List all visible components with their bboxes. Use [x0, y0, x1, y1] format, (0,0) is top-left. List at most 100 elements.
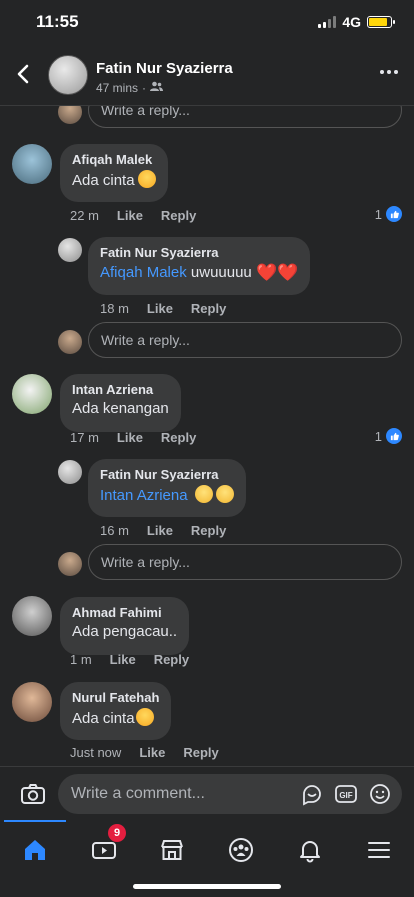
heart-eyes-emoji-icon: [135, 708, 154, 726]
comment-author[interactable]: Nurul Fatehah: [72, 690, 159, 705]
avatar[interactable]: [48, 55, 88, 95]
like-icon: [386, 428, 402, 444]
reply-time: 16 m: [100, 523, 129, 538]
comment-composer: Write a comment... GIF: [0, 766, 414, 820]
reply-input[interactable]: Write a reply...: [88, 106, 402, 128]
like-button[interactable]: Like: [139, 745, 165, 760]
avatar[interactable]: [12, 596, 52, 636]
comment-text: Ada pengacau..: [72, 623, 178, 640]
tab-menu[interactable]: [359, 830, 399, 870]
comment-bubble: Ahmad Fahimi Ada pengacau..: [60, 597, 190, 655]
notification-badge: 9: [108, 824, 126, 842]
composer-tools: GIF: [300, 782, 392, 806]
heart-eyes-emoji-icon: [137, 170, 156, 188]
reply-input[interactable]: Write a reply...: [88, 322, 402, 358]
emoji-icon[interactable]: [368, 782, 392, 806]
status-time: 11:55: [36, 12, 79, 31]
more-options-icon[interactable]: [380, 70, 398, 74]
reply-actions: 16 m Like Reply: [100, 523, 226, 538]
comment-bubble: Intan Azriena Ada kenangan: [60, 374, 181, 432]
tab-marketplace[interactable]: [152, 830, 192, 870]
mention-link[interactable]: Intan Azriena: [100, 487, 188, 504]
reaction-count[interactable]: 1: [375, 428, 402, 444]
comment-time: 22 m: [70, 208, 99, 223]
avatar[interactable]: [12, 374, 52, 414]
comment-author[interactable]: Afiqah Malek: [72, 152, 156, 167]
post-header: Fatin Nur Syazierra 47 mins ·: [0, 44, 414, 106]
tab-groups[interactable]: [221, 830, 261, 870]
grimacing-emoji-icon: [194, 485, 213, 503]
comments-feed[interactable]: Write a reply... Afiqah Malek Ada cinta …: [0, 106, 414, 766]
reply-text: Afiqah Malek uwuuuuu ❤️❤️: [100, 263, 299, 282]
avatar[interactable]: [12, 682, 52, 722]
comment-actions: 1 m Like Reply: [70, 652, 189, 667]
home-indicator[interactable]: [133, 884, 281, 889]
like-button[interactable]: Like: [147, 523, 173, 538]
comment-actions: 17 m Like Reply: [70, 430, 196, 445]
reply-button[interactable]: Reply: [191, 301, 226, 316]
comment-time: 17 m: [70, 430, 99, 445]
comment-bubble: Afiqah Malek Ada cinta: [60, 144, 168, 202]
comment-author[interactable]: Intan Azriena: [72, 382, 169, 397]
avatar: [58, 552, 82, 576]
avatar[interactable]: [12, 144, 52, 184]
meta-separator: ·: [142, 81, 147, 95]
comment-actions: Just now Like Reply: [70, 745, 219, 760]
comment-time: 1 m: [70, 652, 92, 667]
comment-text: Ada cinta: [72, 170, 156, 189]
like-button[interactable]: Like: [117, 430, 143, 445]
svg-text:GIF: GIF: [339, 791, 352, 800]
comment-text: Ada kenangan: [72, 400, 169, 417]
avatar: [58, 330, 82, 354]
signal-icon: [318, 16, 337, 28]
friends-icon: [150, 81, 164, 95]
reply-button[interactable]: Reply: [191, 523, 226, 538]
like-button[interactable]: Like: [147, 301, 173, 316]
comment-bubble: Nurul Fatehah Ada cinta: [60, 682, 172, 740]
reply-author[interactable]: Fatin Nur Syazierra: [100, 245, 298, 260]
hamburger-menu-icon: [368, 842, 390, 858]
comment-text: Ada cinta: [72, 708, 159, 727]
status-indicators: 4G: [318, 14, 395, 30]
home-icon: [25, 840, 45, 860]
like-button[interactable]: Like: [117, 208, 143, 223]
like-button[interactable]: Like: [110, 652, 136, 667]
back-arrow-icon[interactable]: [12, 62, 36, 86]
reply-button[interactable]: Reply: [161, 430, 196, 445]
grimacing-emoji-icon: [215, 485, 234, 503]
avatar[interactable]: [58, 460, 82, 484]
store-icon: [161, 840, 183, 860]
battery-icon: [367, 16, 395, 28]
comment-placeholder: Write a comment...: [71, 785, 205, 802]
reply-button[interactable]: Reply: [161, 208, 196, 223]
sticker-icon[interactable]: [300, 782, 324, 806]
status-bar: 11:55 4G: [0, 0, 414, 44]
tab-home[interactable]: [15, 830, 55, 870]
comment-author[interactable]: Ahmad Fahimi: [72, 605, 177, 620]
avatar[interactable]: [58, 238, 82, 262]
comment-actions: 22 m Like Reply: [70, 208, 196, 223]
avatar: [58, 106, 82, 124]
mention-link[interactable]: Afiqah Malek: [100, 264, 187, 281]
gif-icon[interactable]: GIF: [334, 782, 358, 806]
reply-button[interactable]: Reply: [154, 652, 189, 667]
post-meta: 47 mins ·: [96, 81, 164, 95]
camera-icon[interactable]: [20, 781, 46, 807]
reply-author[interactable]: Fatin Nur Syazierra: [100, 467, 234, 482]
post-author-name[interactable]: Fatin Nur Syazierra: [96, 60, 233, 77]
reply-input[interactable]: Write a reply...: [88, 544, 402, 580]
comment-time: Just now: [70, 745, 122, 760]
active-tab-indicator: [4, 820, 66, 822]
reply-bubble: Fatin Nur Syazierra Afiqah Malek uwuuuuu…: [88, 237, 311, 295]
reply-button[interactable]: Reply: [183, 745, 218, 760]
reply-text: Intan Azriena: [100, 485, 234, 504]
comment-input[interactable]: Write a comment... GIF: [58, 774, 402, 814]
red-heart-emoji-icon: ❤️: [255, 263, 278, 282]
groups-icon: [229, 838, 253, 862]
reaction-count[interactable]: 1: [375, 206, 402, 222]
like-icon: [386, 206, 402, 222]
post-time: 47 mins: [96, 81, 139, 95]
network-label: 4G: [342, 14, 361, 30]
tab-notifications[interactable]: [290, 830, 330, 870]
bell-icon: [300, 841, 320, 863]
